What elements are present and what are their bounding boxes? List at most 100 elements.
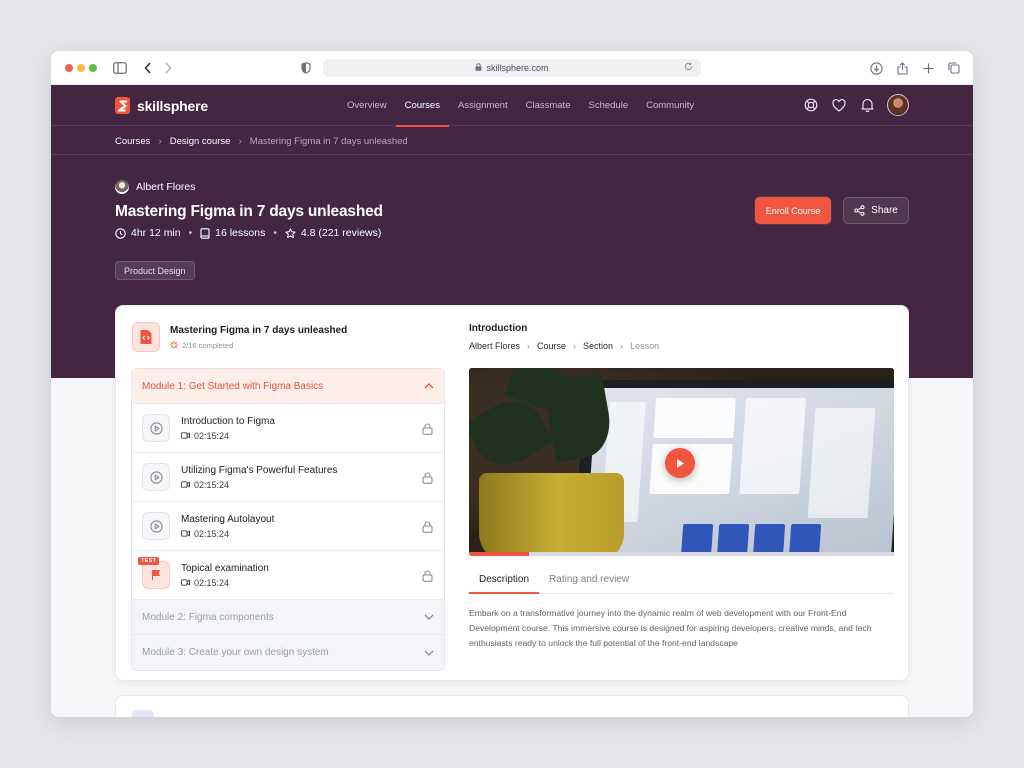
sidebar-toggle-icon[interactable] xyxy=(111,59,129,77)
nav-link-assignment[interactable]: Assignment xyxy=(449,85,517,126)
tab-rating-and-review[interactable]: Rating and review xyxy=(539,565,639,593)
share-button[interactable]: Share xyxy=(843,197,909,224)
breadcrumb-item[interactable]: Courses xyxy=(115,136,150,147)
module-1-header[interactable]: Module 1: Get Started with Figma Basics xyxy=(132,369,444,404)
lesson-description: Embark on a transformative journey into … xyxy=(469,608,872,648)
lesson-crumb-item[interactable]: Albert Flores xyxy=(469,341,520,351)
breadcrumb-item: Mastering Figma in 7 days unleashed xyxy=(249,135,408,147)
category-tag[interactable]: Product Design xyxy=(115,261,195,280)
meta-separator: • xyxy=(188,227,193,239)
lessons-count: 16 lessons xyxy=(215,227,266,239)
video-player[interactable] xyxy=(469,368,894,556)
chevron-up-icon xyxy=(424,383,434,389)
lesson-info: Introduction to Figma 02:15:24 xyxy=(181,416,275,441)
url-text: skillsphere.com xyxy=(486,63,549,73)
video-camera-icon xyxy=(181,529,190,539)
nav-link-overview[interactable]: Overview xyxy=(338,85,396,126)
tab-overview-icon[interactable] xyxy=(945,59,963,77)
lesson-title: Topical examination xyxy=(181,562,269,574)
logo[interactable]: skillsphere xyxy=(115,97,208,114)
play-icon xyxy=(677,458,684,468)
lesson-row[interactable]: Introduction to Figma 02:15:24 xyxy=(132,404,444,453)
nav-link-classmate[interactable]: Classmate xyxy=(517,85,580,126)
play-circle-icon xyxy=(142,414,170,442)
lock-icon xyxy=(422,471,434,484)
nav-actions xyxy=(803,94,909,116)
completion-progress: 2/16 completed xyxy=(170,341,347,350)
heart-icon[interactable] xyxy=(831,97,847,113)
page-title: Mastering Figma in 7 days unleashed xyxy=(115,203,383,220)
bell-icon[interactable] xyxy=(859,97,875,113)
divider xyxy=(51,154,973,155)
lesson-crumb-item[interactable]: Course xyxy=(537,341,566,351)
duration-info: 4hr 12 min xyxy=(115,227,181,239)
module-2-header[interactable]: Module 2: Figma components xyxy=(132,600,444,635)
close-window-button[interactable] xyxy=(65,64,73,72)
lesson-heading: Introduction xyxy=(469,323,528,334)
nav-link-schedule[interactable]: Schedule xyxy=(579,85,637,126)
rating-info: 4.8 (221 reviews) xyxy=(285,227,382,239)
lesson-row[interactable]: TEST Topical examination 02:15:24 xyxy=(132,551,444,600)
address-bar[interactable]: skillsphere.com xyxy=(323,59,701,77)
support-icon[interactable] xyxy=(803,97,819,113)
brand-name: skillsphere xyxy=(137,97,208,114)
shield-icon[interactable] xyxy=(297,59,315,77)
module-3-header[interactable]: Module 3: Create your own design system xyxy=(132,635,444,670)
nav-link-courses[interactable]: Courses xyxy=(395,85,450,127)
lesson-row[interactable]: Mastering Autolayout 02:15:24 xyxy=(132,502,444,551)
lesson-duration: 02:15:24 xyxy=(181,431,275,441)
skillsphere-logo-icon xyxy=(115,97,130,114)
lock-icon xyxy=(475,63,482,73)
browser-window: skillsphere.com skillsphere Overview Cou… xyxy=(51,51,973,717)
progress-text: 2/16 completed xyxy=(182,340,234,350)
next-section-card xyxy=(115,695,909,717)
top-navigation: skillsphere Overview Courses Assignment Cla… xyxy=(51,85,973,127)
test-badge: TEST xyxy=(138,557,160,565)
section-icon xyxy=(132,710,154,717)
play-circle-icon xyxy=(142,512,170,540)
lesson-duration: 02:15:24 xyxy=(181,578,269,588)
main-nav: Overview Courses Assignment Classmate Schedu… xyxy=(338,85,703,127)
duration-text: 4hr 12 min xyxy=(131,227,181,239)
lock-icon xyxy=(422,520,434,533)
forward-arrow-icon[interactable] xyxy=(159,59,177,77)
chevron-right-icon: › xyxy=(238,135,242,147)
nav-link-community[interactable]: Community xyxy=(637,85,703,126)
browser-toolbar: skillsphere.com xyxy=(51,51,973,85)
rating-text: 4.8 (221 reviews) xyxy=(300,227,382,239)
lesson-title: Introduction to Figma xyxy=(181,415,275,427)
author-name: Albert Flores xyxy=(136,181,196,193)
download-icon[interactable] xyxy=(867,59,885,77)
lessons-info: 16 lessons xyxy=(200,227,265,239)
lesson-title: Mastering Autolayout xyxy=(181,513,275,525)
maximize-window-button[interactable] xyxy=(89,64,97,72)
play-button[interactable] xyxy=(665,448,695,478)
reload-icon[interactable] xyxy=(684,62,693,73)
course-author[interactable]: Albert Flores xyxy=(115,180,196,194)
lock-icon xyxy=(422,569,434,582)
clock-icon xyxy=(115,227,126,239)
lesson-info: Topical examination 02:15:24 xyxy=(181,563,269,588)
chevron-right-icon: › xyxy=(573,341,577,351)
enroll-course-button[interactable]: Enroll Course xyxy=(755,197,831,224)
user-avatar[interactable] xyxy=(887,94,909,116)
lesson-crumb-item[interactable]: Section xyxy=(583,341,613,351)
new-tab-icon[interactable] xyxy=(919,59,937,77)
course-player-card: Mastering Figma in 7 days unleashed 2/16… xyxy=(115,305,909,681)
author-avatar xyxy=(115,180,129,194)
lesson-crumb-item: Lesson xyxy=(630,341,660,351)
share-label: Share xyxy=(871,205,898,216)
back-arrow-icon[interactable] xyxy=(139,59,157,77)
module-title: Module 2: Figma components xyxy=(142,611,274,623)
share-icon xyxy=(854,205,865,216)
minimize-window-button[interactable] xyxy=(77,64,85,72)
lesson-duration: 02:15:24 xyxy=(181,480,337,490)
chevron-down-icon xyxy=(424,614,434,620)
tab-description[interactable]: Description xyxy=(469,565,540,594)
share-sheet-icon[interactable] xyxy=(893,59,911,77)
lesson-title: Utilizing Figma's Powerful Features xyxy=(181,464,338,476)
video-progress-bar[interactable] xyxy=(469,552,894,556)
breadcrumb-item[interactable]: Design course xyxy=(170,136,231,147)
lesson-row[interactable]: Utilizing Figma's Powerful Features 02:15… xyxy=(132,453,444,502)
duration-text: 02:15:24 xyxy=(194,479,230,490)
